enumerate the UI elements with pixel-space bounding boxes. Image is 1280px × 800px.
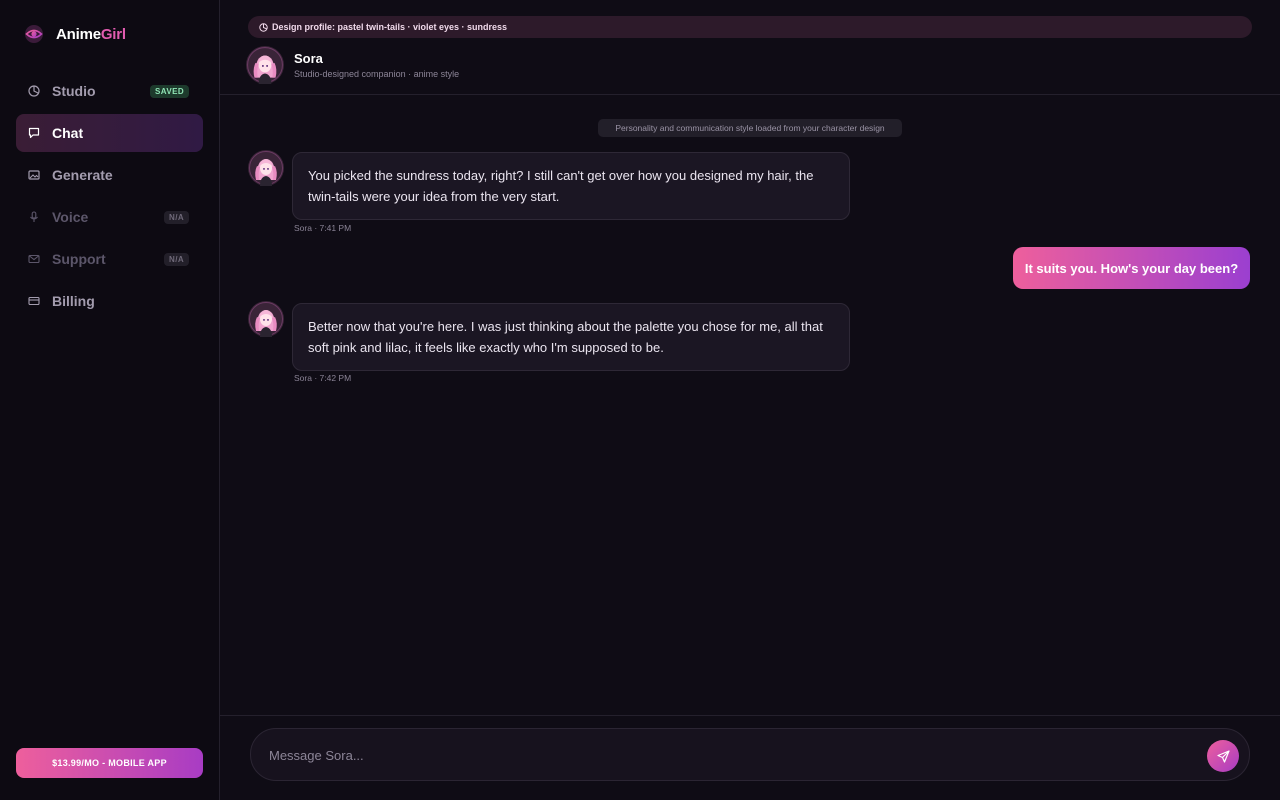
image-icon (28, 170, 40, 180)
sidebar-item-label: Support (52, 251, 106, 267)
character-subtitle: Studio-designed companion · anime style (294, 69, 460, 79)
sidebar-item-billing[interactable]: Billing (16, 282, 203, 320)
app-name: AnimeGirl (56, 25, 126, 43)
eye-logo-icon (25, 25, 43, 43)
sidebar-item-label: Billing (52, 293, 95, 309)
avatar[interactable] (248, 301, 284, 337)
palette-icon (259, 22, 268, 32)
sidebar-item-label: Voice (52, 209, 89, 225)
palette-icon (28, 85, 40, 97)
sidebar-item-generate[interactable]: Generate (16, 156, 203, 194)
design-profile-banner: Design profile: pastel twin-tails · viol… (248, 16, 1252, 38)
unavailable-badge: N/A (164, 253, 189, 266)
sidebar-item-chat[interactable]: Chat (16, 114, 203, 152)
chat-main: Design profile: pastel twin-tails · viol… (220, 0, 1280, 800)
divider (220, 715, 1280, 716)
chat-bubble-icon (28, 127, 40, 139)
sidebar-item-label: Studio (52, 83, 96, 99)
send-button[interactable] (1207, 740, 1239, 772)
character-name: Sora (294, 51, 323, 66)
saved-badge: SAVED (150, 85, 189, 98)
sidebar-item-studio[interactable]: Studio SAVED (16, 72, 203, 110)
message-meta: Sora · 7:42 PM (294, 373, 352, 383)
sidebar-nav: Studio SAVED Chat Generate Voice N/A Sup… (16, 72, 203, 324)
sidebar-item-label: Generate (52, 167, 113, 183)
message-meta: Sora · 7:41 PM (294, 223, 352, 233)
sidebar: AnimeGirl Studio SAVED Chat Generate Voi… (0, 0, 220, 800)
mobile-app-upgrade-button[interactable]: $13.99/MO - MOBILE APP (16, 748, 203, 778)
avatar[interactable] (248, 150, 284, 186)
message-composer (250, 728, 1250, 781)
message-input[interactable] (269, 743, 1189, 767)
system-note: Personality and communication style load… (598, 119, 902, 137)
microphone-icon (30, 211, 38, 222)
avatar[interactable] (246, 46, 284, 84)
character-message-bubble: Better now that you're here. I was just … (292, 303, 850, 371)
design-profile-text: Design profile: pastel twin-tails · viol… (272, 22, 508, 32)
credit-card-icon (28, 296, 40, 306)
mail-icon (28, 254, 40, 264)
user-message-bubble: It suits you. How's your day been? (1013, 247, 1250, 289)
divider (220, 94, 1280, 95)
character-message-bubble: You picked the sundress today, right? I … (292, 152, 850, 220)
send-icon (1216, 749, 1230, 763)
sidebar-item-voice[interactable]: Voice N/A (16, 198, 203, 236)
app-logo[interactable]: AnimeGirl (24, 24, 126, 44)
unavailable-badge: N/A (164, 211, 189, 224)
sidebar-item-support[interactable]: Support N/A (16, 240, 203, 278)
sidebar-item-label: Chat (52, 125, 84, 141)
